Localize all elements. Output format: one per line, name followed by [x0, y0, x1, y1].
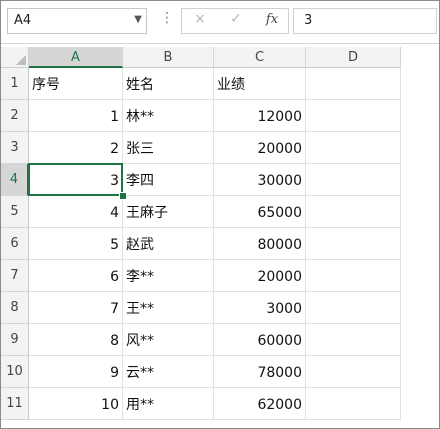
cell-c5[interactable]: 65000: [214, 196, 306, 228]
cell-b3[interactable]: 张三: [123, 132, 214, 164]
column-header-c[interactable]: C: [214, 47, 306, 68]
row-header-2[interactable]: 2: [1, 100, 29, 132]
cell-d5[interactable]: [306, 196, 401, 228]
cell-b7[interactable]: 李**: [123, 260, 214, 292]
cell-a7[interactable]: 6: [29, 260, 123, 292]
row-header-10[interactable]: 10: [1, 356, 29, 388]
row-header-4[interactable]: 4: [1, 164, 29, 196]
row-header-6[interactable]: 6: [1, 228, 29, 260]
cell-a1[interactable]: 序号: [29, 68, 123, 100]
cell-c10[interactable]: 78000: [214, 356, 306, 388]
cell-d1[interactable]: [306, 68, 401, 100]
formula-buttons: × ✓ fx: [181, 8, 289, 34]
cell-d3[interactable]: [306, 132, 401, 164]
cell-a9[interactable]: 8: [29, 324, 123, 356]
more-options-icon[interactable]: ⋮: [160, 10, 174, 26]
cell-c4[interactable]: 30000: [214, 164, 306, 196]
cancel-icon[interactable]: ×: [190, 11, 210, 27]
spreadsheet-window: A4 ▼ ⋮ × ✓ fx 3 A B C D 1 序号 姓名 业绩 2 1 林** 12000 3 2 张…: [0, 0, 440, 429]
cell-grid: A B C D 1 序号 姓名 业绩 2 1 林** 12000 3 2 张三 20000 4 3 李四 30000 5…: [1, 47, 439, 428]
formula-input-value: 3: [304, 13, 313, 28]
cell-b1[interactable]: 姓名: [123, 68, 214, 100]
cell-a6[interactable]: 5: [29, 228, 123, 260]
name-box-value: A4: [14, 13, 32, 28]
row-header-11[interactable]: 11: [1, 388, 29, 420]
row-header-5[interactable]: 5: [1, 196, 29, 228]
row-header-7[interactable]: 7: [1, 260, 29, 292]
cell-d2[interactable]: [306, 100, 401, 132]
cell-a2[interactable]: 1: [29, 100, 123, 132]
chevron-down-icon[interactable]: ▼: [134, 14, 142, 25]
column-header-d[interactable]: D: [306, 47, 401, 68]
cell-c3[interactable]: 20000: [214, 132, 306, 164]
cell-b11[interactable]: 用**: [123, 388, 214, 420]
cell-b2[interactable]: 林**: [123, 100, 214, 132]
name-box[interactable]: A4 ▼: [7, 8, 147, 34]
cell-a10[interactable]: 9: [29, 356, 123, 388]
column-header-b[interactable]: B: [123, 47, 214, 68]
cell-b6[interactable]: 赵武: [123, 228, 214, 260]
cell-c9[interactable]: 60000: [214, 324, 306, 356]
cell-d4[interactable]: [306, 164, 401, 196]
active-cell-selection: [28, 163, 123, 196]
cell-b9[interactable]: 风**: [123, 324, 214, 356]
fill-handle[interactable]: [119, 192, 127, 200]
cell-c2[interactable]: 12000: [214, 100, 306, 132]
select-all-corner[interactable]: [1, 47, 29, 68]
row-header-8[interactable]: 8: [1, 292, 29, 324]
cell-d9[interactable]: [306, 324, 401, 356]
formula-input[interactable]: 3: [293, 8, 437, 34]
row-header-3[interactable]: 3: [1, 132, 29, 164]
column-header-a[interactable]: A: [29, 47, 123, 68]
cell-c1[interactable]: 业绩: [214, 68, 306, 100]
cell-b4[interactable]: 李四: [123, 164, 214, 196]
row-header-9[interactable]: 9: [1, 324, 29, 356]
cell-d6[interactable]: [306, 228, 401, 260]
cell-c7[interactable]: 20000: [214, 260, 306, 292]
formula-bar: A4 ▼ ⋮ × ✓ fx 3: [1, 1, 439, 44]
cell-c11[interactable]: 62000: [214, 388, 306, 420]
cell-a11[interactable]: 10: [29, 388, 123, 420]
cell-d7[interactable]: [306, 260, 401, 292]
enter-check-icon[interactable]: ✓: [226, 11, 246, 27]
cell-a8[interactable]: 7: [29, 292, 123, 324]
cell-c6[interactable]: 80000: [214, 228, 306, 260]
cell-c8[interactable]: 3000: [214, 292, 306, 324]
cell-a5[interactable]: 4: [29, 196, 123, 228]
insert-function-icon[interactable]: fx: [262, 12, 282, 27]
cell-d11[interactable]: [306, 388, 401, 420]
cell-d10[interactable]: [306, 356, 401, 388]
cell-b8[interactable]: 王**: [123, 292, 214, 324]
cell-d8[interactable]: [306, 292, 401, 324]
row-header-1[interactable]: 1: [1, 68, 29, 100]
cell-b10[interactable]: 云**: [123, 356, 214, 388]
cell-b5[interactable]: 王麻子: [123, 196, 214, 228]
cell-a3[interactable]: 2: [29, 132, 123, 164]
